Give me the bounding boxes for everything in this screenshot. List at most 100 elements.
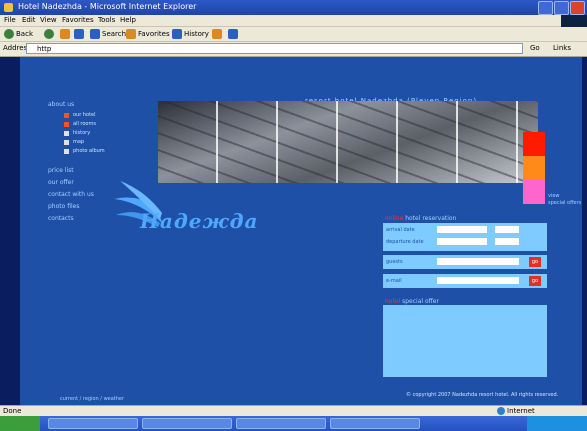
menu-help[interactable]: Help [120,16,136,24]
departure-date-input[interactable] [437,238,487,245]
print-button[interactable] [228,28,238,40]
maximize-button[interactable] [554,1,569,15]
nav-our-offer[interactable]: our offer [48,179,74,186]
promo-line: view [548,193,560,199]
departure-label: departure date [386,239,424,245]
window-controls [538,1,585,15]
address-bar: Address http Go Links [0,42,587,57]
email-input[interactable] [437,277,519,284]
taskbar-item[interactable] [330,418,420,429]
go-button[interactable]: Go [530,44,540,52]
guests-panel: guests go [383,255,547,269]
taskbar [0,416,587,431]
email-label: e-mail [386,278,402,284]
arrival-date-input[interactable] [437,226,487,233]
back-label: Back [16,30,33,38]
email-panel: e-mail go [383,274,547,288]
windows-logo-icon [561,15,587,27]
menu-file[interactable]: File [4,16,16,24]
web-page: about us our hotel all rooms history map… [20,57,582,405]
bullet-icon [64,112,69,118]
menu-edit[interactable]: Edit [22,16,36,24]
bullet-icon [64,139,69,145]
color-swatch-pink[interactable] [523,180,545,204]
nav-contact-with-us[interactable]: contact with us [48,191,94,198]
search-button[interactable]: Search [90,28,126,40]
security-zone: Internet [497,407,535,415]
arrival-nights-input[interactable] [495,226,519,233]
special-offer-title-text: special offer [402,298,439,305]
print-icon [228,29,238,39]
email-go-button[interactable]: go [529,276,541,286]
nav-sub-label: our hotel [73,112,96,118]
nav-sub-our-hotel[interactable]: our hotel [64,112,96,118]
ie-icon [4,3,13,12]
bullet-icon [64,121,69,127]
star-icon [126,29,136,39]
nav-sub-label: photo album [73,148,105,154]
nav-sub-label: map [73,139,85,145]
taskbar-item[interactable] [236,418,326,429]
special-offer-box [383,305,547,377]
taskbar-item[interactable] [142,418,232,429]
color-swatch-orange[interactable] [523,156,545,180]
refresh-icon [74,29,84,39]
special-offer-title: hotel special offer [385,298,439,305]
departure-nights-input[interactable] [495,238,519,245]
nav-sub-all-rooms[interactable]: all rooms [64,121,96,127]
menu-view[interactable]: View [40,16,57,24]
forward-button[interactable] [44,28,54,40]
nav-price-list[interactable]: price list [48,167,74,174]
nav-sub-history[interactable]: history [64,130,90,136]
window-title: Hotel Nadezhda - Microsoft Internet Expl… [18,2,197,11]
nav-sub-label: all rooms [73,121,96,127]
start-button[interactable] [0,416,40,431]
arrival-label: arrival date [386,227,415,233]
nav-sub-label: history [73,130,91,136]
bullet-icon [64,148,69,154]
guests-input[interactable] [437,258,519,265]
footer-links[interactable]: current / region / weather [60,396,124,402]
status-text: Done [3,407,22,415]
guests-label: guests [386,259,403,265]
browser-viewport: about us our hotel all rooms history map… [0,57,587,405]
reservation-dates-panel: arrival date departure date [383,223,547,251]
taskbar-item[interactable] [48,418,138,429]
zone-label: Internet [507,407,535,415]
refresh-button[interactable] [74,28,84,40]
toolbar: Back Search Favorites History [0,27,587,42]
nav-sub-photo-album[interactable]: photo album [64,148,105,154]
menu-tools[interactable]: Tools [98,16,115,24]
history-icon [172,29,182,39]
reservation-title-highlight: online [385,215,404,222]
back-button[interactable]: Back [4,28,33,40]
back-arrow-icon [4,29,14,39]
nav-contacts[interactable]: contacts [48,215,74,222]
links-button[interactable]: Links [553,44,571,52]
minimize-button[interactable] [538,1,553,15]
address-input[interactable]: http [26,43,523,54]
close-button[interactable] [570,1,585,15]
menu-favorites[interactable]: Favorites [62,16,94,24]
search-icon [90,29,100,39]
title-bar: Hotel Nadezhda - Microsoft Internet Expl… [0,0,587,15]
nav-sub-map[interactable]: map [64,139,84,145]
history-button[interactable]: History [172,28,209,40]
stop-icon [60,29,70,39]
favorites-button[interactable]: Favorites [126,28,170,40]
globe-icon [497,407,505,415]
stop-button[interactable] [60,28,70,40]
mail-button[interactable] [212,28,222,40]
special-offers-link[interactable]: view special offers [548,193,581,207]
favorites-label: Favorites [138,30,170,38]
bullet-icon [64,130,69,136]
nav-photo-files[interactable]: photo files [48,203,79,210]
nav-about-us[interactable]: about us [48,101,74,108]
guests-go-button[interactable]: go [529,257,541,267]
reservation-title: online hotel reservation [385,215,456,222]
color-swatch-red[interactable] [523,132,545,156]
hotel-logo: Надежда [140,209,259,233]
copyright-text: © copyright 2007 Nadezhda resort hotel. … [406,392,559,398]
reservation-title-text: hotel reservation [405,215,457,222]
history-label: History [184,30,209,38]
